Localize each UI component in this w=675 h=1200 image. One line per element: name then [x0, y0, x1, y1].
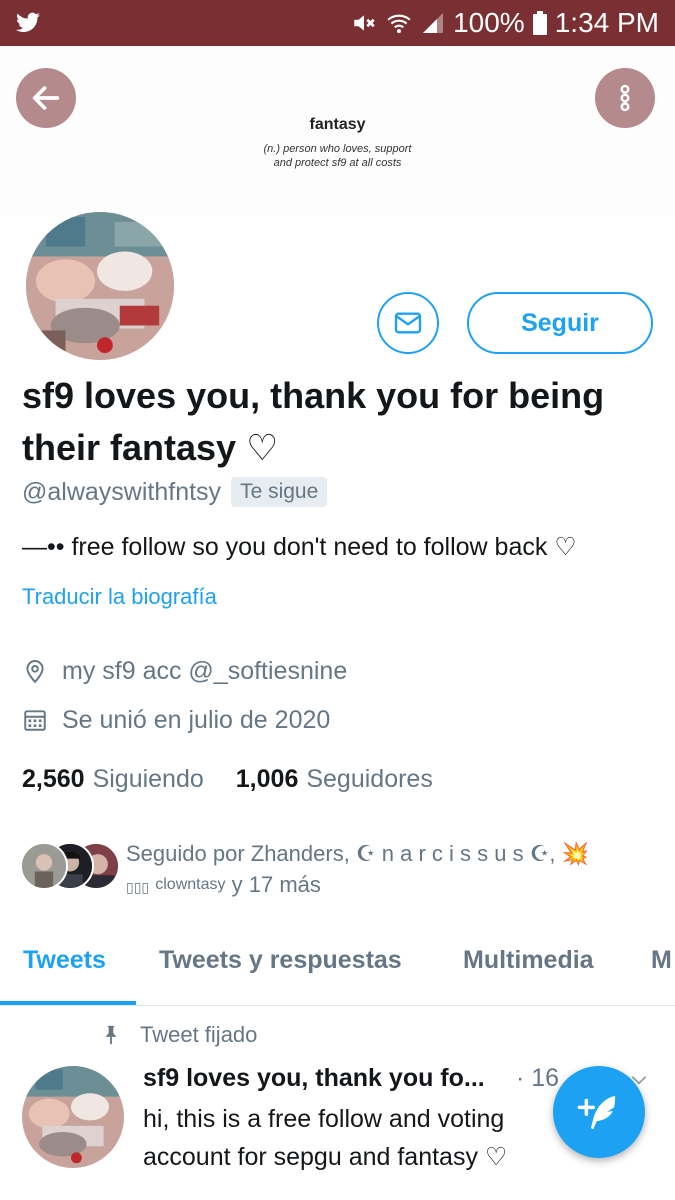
follows-you-badge: Te sigue — [231, 477, 328, 507]
profile-bio: —•• free follow so you don't need to fol… — [22, 533, 577, 561]
status-bar: 100% 1:34 PM — [0, 0, 675, 46]
tab-likes[interactable]: M — [651, 946, 672, 975]
followed-by-suffix: y 17 más — [231, 872, 321, 897]
follow-button[interactable]: Seguir — [467, 292, 653, 354]
envelope-icon — [394, 312, 422, 334]
pinned-indicator: Tweet fijado — [100, 1020, 257, 1050]
tab-tweets[interactable]: Tweets — [23, 946, 106, 975]
compose-tweet-button[interactable] — [553, 1066, 645, 1158]
calendar-icon — [24, 710, 46, 731]
mute-icon — [354, 15, 375, 31]
followers-label: Seguidores — [306, 764, 433, 793]
battery-icon — [532, 11, 547, 35]
following-link[interactable]: 2,560 Siguiendo — [22, 765, 204, 794]
tab-tweets-and-replies[interactable]: Tweets y respuestas — [159, 946, 402, 975]
banner-title: fantasy — [309, 116, 366, 133]
followers-link[interactable]: 1,006 Seguidores — [236, 765, 433, 794]
unrendered-glyphs: ▯▯▯ — [126, 879, 150, 895]
tweet-text[interactable]: hi, this is a free follow and voting acc… — [143, 1100, 563, 1176]
pin-icon — [105, 1025, 117, 1045]
tweet-timestamp: · 16 — [516, 1064, 560, 1092]
joined-text: Se unió en julio de 2020 — [62, 705, 331, 734]
message-button[interactable] — [377, 292, 439, 354]
profile-display-name: sf9 loves you, thank you for being their… — [22, 375, 605, 468]
tweet-author-name[interactable]: sf9 loves you, thank you fo... — [143, 1064, 485, 1093]
followed-by-text[interactable]: Seguido por Zhanders, ☪︎ n a r c i s s u… — [126, 838, 656, 903]
followers-count: 1,006 — [235, 764, 299, 793]
more-vertical-icon — [620, 84, 630, 112]
profile-location: my sf9 acc @_softiesnine — [22, 654, 347, 688]
twitter-bird-icon — [16, 12, 40, 32]
profile-tabs: Tweets Tweets y respuestas Multimedia M — [0, 924, 675, 1006]
compose-tweet-icon — [577, 1095, 616, 1130]
status-time: 1:34 PM — [554, 7, 659, 38]
banner-definition-line: and protect sf9 at all costs — [273, 157, 402, 169]
tab-media[interactable]: Multimedia — [463, 946, 594, 975]
following-count: 2,560 — [22, 764, 85, 793]
avatar-photo — [22, 1066, 124, 1168]
banner-definition-line: (n.) person who loves, support — [263, 143, 412, 155]
following-label: Siguiendo — [92, 764, 204, 793]
tweet-author-avatar[interactable] — [22, 1066, 124, 1168]
mutual-followers-avatars[interactable] — [20, 842, 120, 890]
handle-row: @alwayswithfntsy Te sigue — [22, 474, 328, 510]
follow-counts: 2,560 Siguiendo 1,006 Seguidores — [22, 760, 433, 798]
profile-handle: @alwayswithfntsy — [22, 477, 222, 506]
arrow-left-icon — [32, 86, 60, 110]
profile-avatar[interactable] — [22, 208, 178, 364]
wifi-icon — [387, 14, 411, 34]
pinned-label: Tweet fijado — [140, 1022, 258, 1047]
followed-by-small-name: clowntasy — [155, 876, 226, 893]
profile-joined: Se unió en julio de 2020 — [22, 703, 330, 737]
signal-icon — [423, 13, 444, 33]
banner-definition: (n.) person who loves, support and prote… — [0, 142, 675, 170]
burst-emoji-icon: 💥 — [561, 841, 590, 866]
location-text: my sf9 acc @_softiesnine — [62, 656, 348, 685]
avatar-photo — [26, 212, 174, 360]
active-tab-indicator — [0, 1001, 136, 1005]
location-pin-icon — [26, 660, 44, 684]
avatar — [20, 842, 68, 890]
translate-bio-link[interactable]: Traducir la biografía — [22, 584, 217, 610]
followed-by-names: Seguido por Zhanders, ☪︎ n a r c i s s u… — [126, 841, 556, 866]
profile-banner: fantasy (n.) person who loves, support a… — [0, 46, 675, 216]
battery-percent: 100% — [453, 7, 525, 38]
